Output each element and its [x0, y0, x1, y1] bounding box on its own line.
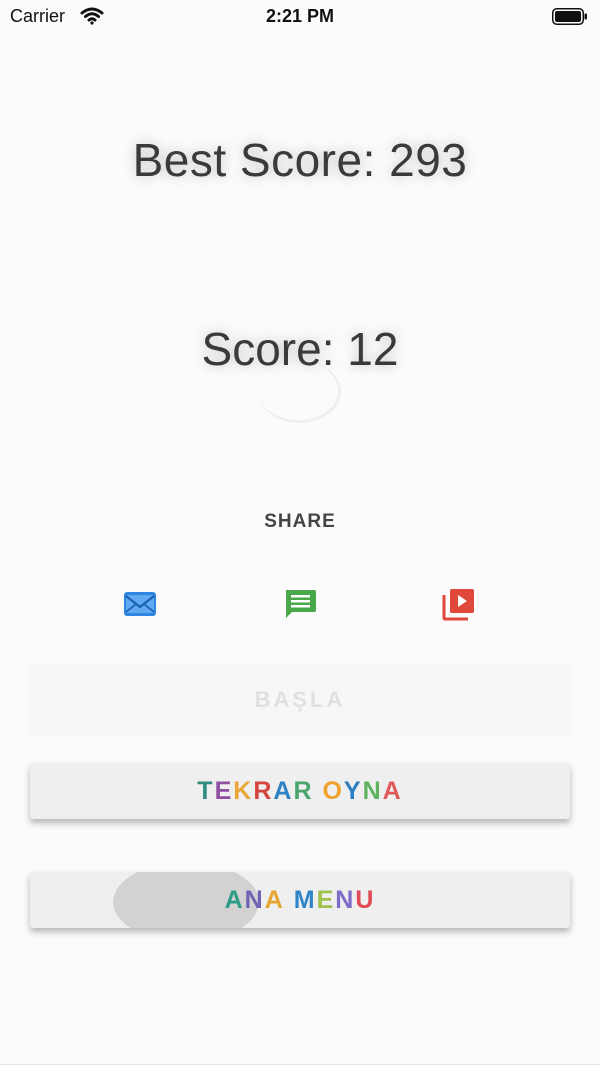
- menu-letter: U: [355, 886, 376, 914]
- menu-letter: M: [293, 886, 317, 914]
- replay-letter: T: [197, 777, 215, 805]
- replay-button-label: TEKRAR OYNA: [30, 777, 570, 806]
- main-menu-button[interactable]: ANA MENU: [30, 872, 570, 928]
- replay-letter: R: [293, 777, 314, 805]
- battery-icon: [552, 8, 588, 25]
- menu-letter: E: [316, 886, 336, 914]
- replay-button[interactable]: TEKRAR OYNA: [30, 763, 570, 819]
- score-label: Score: 12: [201, 323, 399, 375]
- replay-letter: [314, 777, 323, 806]
- replay-letter: Y: [343, 777, 363, 805]
- replay-letter: O: [322, 777, 344, 805]
- share-label: SHARE: [264, 511, 336, 532]
- bottom-divider: [0, 1064, 600, 1065]
- start-button-ghost: BAŞLA: [28, 665, 572, 735]
- menu-letter: A: [264, 886, 285, 914]
- start-button-ghost-label: BAŞLA: [254, 687, 346, 712]
- message-icon[interactable]: [282, 586, 318, 622]
- mail-icon[interactable]: [122, 586, 158, 622]
- menu-letter: [285, 886, 294, 915]
- replay-letter: R: [253, 777, 274, 805]
- menu-letter: A: [224, 886, 245, 914]
- main-menu-button-label: ANA MENU: [30, 886, 570, 915]
- replay-letter: A: [273, 777, 294, 805]
- replay-letter: N: [362, 777, 383, 805]
- replay-letter: E: [214, 777, 234, 805]
- replay-letter: K: [233, 777, 254, 805]
- time-label: 2:21 PM: [265, 6, 335, 26]
- video-share-icon[interactable]: [441, 586, 477, 622]
- status-bar: Carrier 2:21 PM: [0, 0, 600, 34]
- replay-letter: A: [382, 777, 403, 805]
- menu-letter: N: [335, 886, 356, 914]
- menu-letter: N: [244, 886, 265, 914]
- best-score-label: Best Score: 293: [132, 134, 468, 186]
